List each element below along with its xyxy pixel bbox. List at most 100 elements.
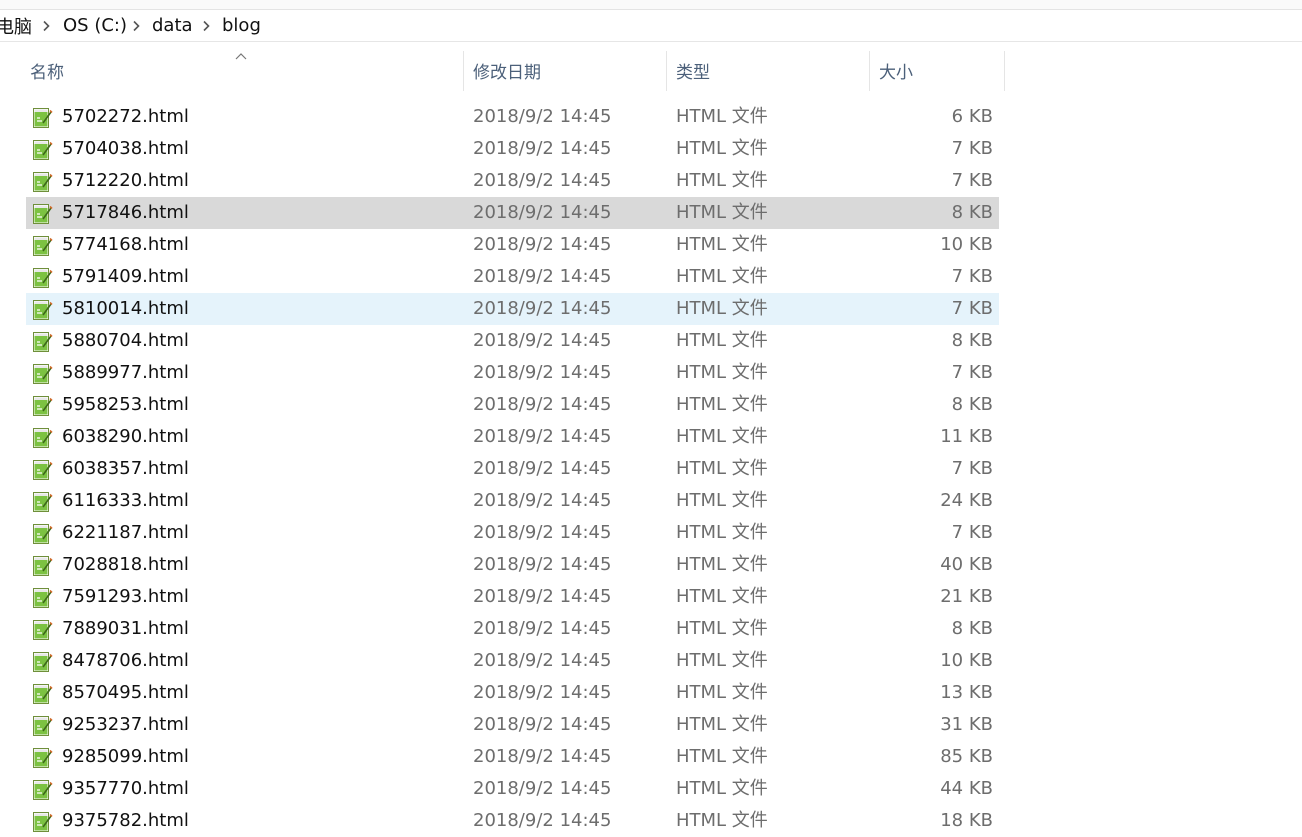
file-type: HTML 文件 [676, 266, 768, 287]
html-file-icon [33, 492, 53, 512]
file-type: HTML 文件 [676, 234, 768, 255]
file-row[interactable]: 9285099.html 2018/9/2 14:45 HTML 文件 85 K… [26, 741, 999, 773]
file-row[interactable]: 9375782.html 2018/9/2 14:45 HTML 文件 18 K… [26, 805, 999, 837]
file-modified-date: 2018/9/2 14:45 [473, 490, 612, 511]
file-row[interactable]: 5791409.html 2018/9/2 14:45 HTML 文件 7 KB [26, 261, 999, 293]
file-row[interactable]: 6038357.html 2018/9/2 14:45 HTML 文件 7 KB [26, 453, 999, 485]
file-name: 7028818.html [62, 554, 189, 575]
file-type: HTML 文件 [676, 394, 768, 415]
file-name: 9253237.html [62, 714, 189, 735]
file-type: HTML 文件 [676, 650, 768, 671]
file-type: HTML 文件 [676, 618, 768, 639]
html-file-icon [33, 652, 53, 672]
file-modified-date: 2018/9/2 14:45 [473, 362, 612, 383]
breadcrumb-item-drive[interactable]: OS (C:) [63, 10, 127, 41]
file-name: 8478706.html [62, 650, 189, 671]
file-modified-date: 2018/9/2 14:45 [473, 138, 612, 159]
file-row[interactable]: 7028818.html 2018/9/2 14:45 HTML 文件 40 K… [26, 549, 999, 581]
file-name: 5704038.html [62, 138, 189, 159]
chevron-right-icon[interactable] [132, 10, 141, 41]
html-file-icon [33, 812, 53, 832]
file-size: 13 KB [940, 682, 993, 703]
file-row[interactable]: 6221187.html 2018/9/2 14:45 HTML 文件 7 KB [26, 517, 999, 549]
file-row[interactable]: 5704038.html 2018/9/2 14:45 HTML 文件 7 KB [26, 133, 999, 165]
column-divider[interactable] [666, 51, 667, 91]
file-size: 8 KB [951, 202, 993, 223]
file-size: 8 KB [951, 618, 993, 639]
file-type: HTML 文件 [676, 810, 768, 831]
file-type: HTML 文件 [676, 138, 768, 159]
file-name: 5810014.html [62, 298, 189, 319]
file-type: HTML 文件 [676, 202, 768, 223]
file-row[interactable]: 5958253.html 2018/9/2 14:45 HTML 文件 8 KB [26, 389, 999, 421]
html-file-icon [33, 684, 53, 704]
breadcrumb-item-data[interactable]: data [152, 10, 193, 41]
html-file-icon [33, 396, 53, 416]
file-row[interactable]: 5774168.html 2018/9/2 14:45 HTML 文件 10 K… [26, 229, 999, 261]
file-name: 5958253.html [62, 394, 189, 415]
file-size: 7 KB [951, 138, 993, 159]
file-row[interactable]: 6116333.html 2018/9/2 14:45 HTML 文件 24 K… [26, 485, 999, 517]
file-modified-date: 2018/9/2 14:45 [473, 394, 612, 415]
file-name: 9375782.html [62, 810, 189, 831]
file-size: 7 KB [951, 458, 993, 479]
html-file-icon [33, 524, 53, 544]
file-modified-date: 2018/9/2 14:45 [473, 202, 612, 223]
file-size: 7 KB [951, 362, 993, 383]
file-modified-date: 2018/9/2 14:45 [473, 266, 612, 287]
breadcrumb-item-computer[interactable]: 电脑 [0, 10, 32, 41]
html-file-icon [33, 364, 53, 384]
file-row[interactable]: 8478706.html 2018/9/2 14:45 HTML 文件 10 K… [26, 645, 999, 677]
column-header-type[interactable]: 类型 [668, 47, 869, 93]
file-name: 5717846.html [62, 202, 189, 223]
column-divider[interactable] [463, 51, 464, 91]
html-file-icon [33, 716, 53, 736]
file-row[interactable]: 9253237.html 2018/9/2 14:45 HTML 文件 31 K… [26, 709, 999, 741]
file-modified-date: 2018/9/2 14:45 [473, 650, 612, 671]
breadcrumb-item-blog[interactable]: blog [222, 10, 261, 41]
file-row[interactable]: 7889031.html 2018/9/2 14:45 HTML 文件 8 KB [26, 613, 999, 645]
file-name: 5702272.html [62, 106, 189, 127]
column-header-date[interactable]: 修改日期 [465, 47, 666, 93]
file-type: HTML 文件 [676, 554, 768, 575]
file-modified-date: 2018/9/2 14:45 [473, 618, 612, 639]
file-row[interactable]: 5880704.html 2018/9/2 14:45 HTML 文件 8 KB [26, 325, 999, 357]
file-row[interactable]: 8570495.html 2018/9/2 14:45 HTML 文件 13 K… [26, 677, 999, 709]
chevron-right-icon[interactable] [202, 10, 211, 41]
file-row[interactable]: 7591293.html 2018/9/2 14:45 HTML 文件 21 K… [26, 581, 999, 613]
column-header-name[interactable]: 名称 [22, 47, 463, 93]
file-name: 6038357.html [62, 458, 189, 479]
column-header-row: 名称 修改日期 类型 大小 [0, 47, 1302, 97]
file-row[interactable]: 9357770.html 2018/9/2 14:45 HTML 文件 44 K… [26, 773, 999, 805]
file-type: HTML 文件 [676, 682, 768, 703]
file-size: 7 KB [951, 522, 993, 543]
file-name: 9285099.html [62, 746, 189, 767]
chevron-right-icon[interactable] [42, 10, 51, 41]
file-type: HTML 文件 [676, 586, 768, 607]
file-row[interactable]: 5889977.html 2018/9/2 14:45 HTML 文件 7 KB [26, 357, 999, 389]
file-type: HTML 文件 [676, 170, 768, 191]
file-row[interactable]: 5810014.html 2018/9/2 14:45 HTML 文件 7 KB [26, 293, 999, 325]
file-name: 5889977.html [62, 362, 189, 383]
file-modified-date: 2018/9/2 14:45 [473, 778, 612, 799]
file-row[interactable]: 5712220.html 2018/9/2 14:45 HTML 文件 7 KB [26, 165, 999, 197]
column-divider[interactable] [1004, 51, 1005, 91]
file-type: HTML 文件 [676, 298, 768, 319]
file-row[interactable]: 6038290.html 2018/9/2 14:45 HTML 文件 11 K… [26, 421, 999, 453]
file-name: 6038290.html [62, 426, 189, 447]
file-name: 5791409.html [62, 266, 189, 287]
address-bar[interactable]: 电脑 OS (C:) data blog [0, 10, 1302, 42]
column-divider[interactable] [869, 51, 870, 91]
file-type: HTML 文件 [676, 362, 768, 383]
file-type: HTML 文件 [676, 458, 768, 479]
file-name: 6116333.html [62, 490, 189, 511]
file-row[interactable]: 5717846.html 2018/9/2 14:45 HTML 文件 8 KB [26, 197, 999, 229]
file-name: 9357770.html [62, 778, 189, 799]
html-file-icon [33, 268, 53, 288]
file-modified-date: 2018/9/2 14:45 [473, 586, 612, 607]
file-size: 7 KB [951, 298, 993, 319]
file-name: 5774168.html [62, 234, 189, 255]
file-row[interactable]: 5702272.html 2018/9/2 14:45 HTML 文件 6 KB [26, 101, 999, 133]
file-modified-date: 2018/9/2 14:45 [473, 458, 612, 479]
column-header-size[interactable]: 大小 [871, 47, 1004, 93]
